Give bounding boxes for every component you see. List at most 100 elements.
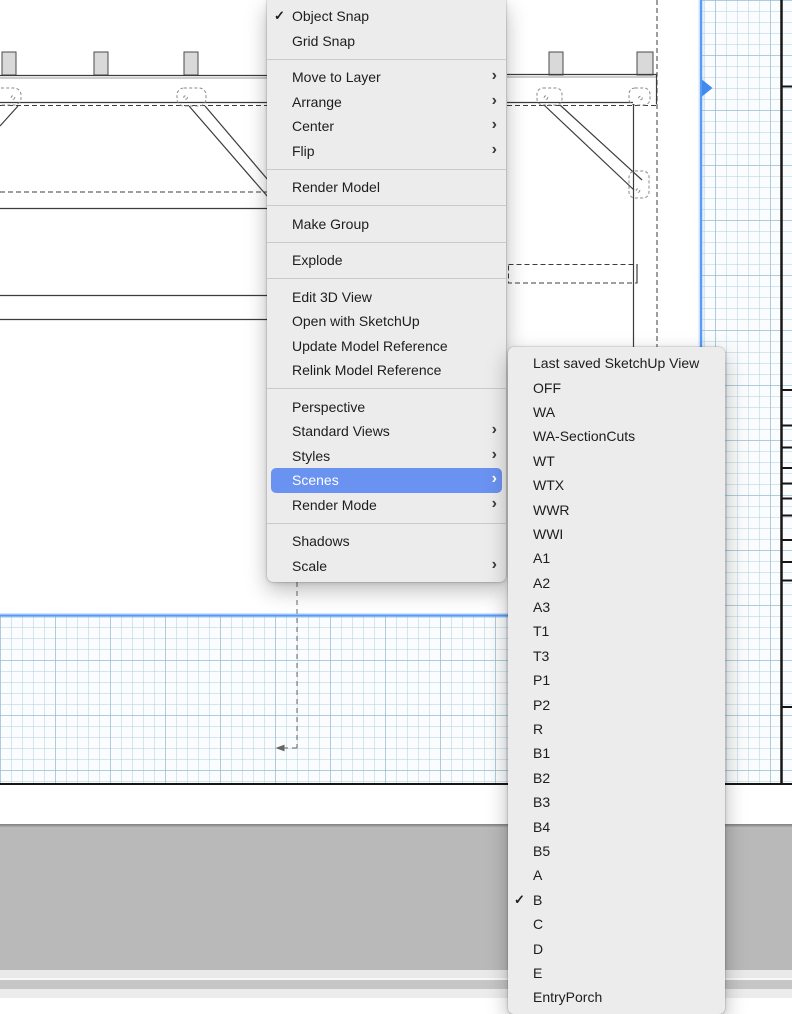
scene-item-t1[interactable]: T1 [508,619,725,643]
submenu-chevron-icon: › [491,445,497,463]
menu-item-move-to-layer[interactable]: Move to Layer › [267,65,506,90]
menu-item-label: Shadows [292,533,350,550]
scene-item-wa[interactable]: WA [508,400,725,424]
menu-item-make-group[interactable]: Make Group [267,212,506,237]
menu-item-label: WT [533,452,555,469]
menu-item-edit-3d-view[interactable]: Edit 3D View [267,285,506,310]
menu-item-label: Open with SketchUp [292,313,420,330]
rafter-post [183,51,199,76]
scene-item-t3[interactable]: T3 [508,644,725,668]
submenu-chevron-icon: › [491,421,497,439]
scene-item-b5[interactable]: B5 [508,839,725,863]
scene-item-a2[interactable]: A2 [508,571,725,595]
scene-item-entryporch[interactable]: EntryPorch [508,985,725,1009]
scene-item-a3[interactable]: A3 [508,595,725,619]
menu-item-label: Make Group [292,215,370,232]
rafter-post [548,51,564,76]
scene-item-a1[interactable]: A1 [508,546,725,570]
menu-item-label: E [533,964,543,981]
menu-item-label: WA [533,403,556,420]
scene-item-wwi[interactable]: WWI [508,522,725,546]
submenu-chevron-icon: › [491,67,497,85]
menu-item-label: Update Model Reference [292,337,448,354]
scene-item-b[interactable]: ✓ B [508,888,725,912]
menu-item-label: EntryPorch [533,989,603,1006]
menu-item-label: Flip [292,142,315,159]
menu-item-label: Edit 3D View [292,288,372,305]
menu-item-label: C [533,916,544,933]
menu-item-relink-model-reference[interactable]: Relink Model Reference [267,358,506,383]
menu-item-label: Move to Layer [292,69,381,86]
scene-item-wt[interactable]: WT [508,449,725,473]
menu-item-label: A [533,867,543,884]
menu-item-label: Render Mode [292,496,377,513]
menu-item-scale[interactable]: Scale › [267,554,506,579]
menu-item-perspective[interactable]: Perspective [267,395,506,420]
menu-separator [267,241,506,243]
menu-item-explode[interactable]: Explode [267,248,506,273]
menu-item-label: Object Snap [292,8,370,25]
menu-item-label: OFF [533,379,561,396]
scene-item-wwr[interactable]: WWR [508,497,725,521]
scene-item-a[interactable]: A [508,863,725,887]
menu-separator [267,278,506,279]
menu-item-label: Last saved SketchUp View [533,355,700,372]
menu-item-label: T1 [533,623,550,640]
menu-item-center[interactable]: Center › [267,114,506,139]
menu-item-grid-snap[interactable]: Grid Snap [267,29,506,54]
submenu-chevron-icon: › [491,140,497,158]
menu-item-scenes[interactable]: Scenes › [271,468,502,493]
submenu-chevron-icon: › [491,91,497,109]
menu-item-label: Perspective [292,398,366,415]
scene-item-last-saved-sketchup-view[interactable]: Last saved SketchUp View [508,351,725,375]
menu-item-label: Explode [292,252,343,269]
menu-item-label: A2 [533,574,551,591]
submenu-chevron-icon: › [491,494,497,512]
menu-item-label: A1 [533,550,551,567]
scene-item-b1[interactable]: B1 [508,741,725,765]
rafter-post [93,51,109,76]
rafter-post [1,51,17,76]
menu-item-label: WWR [533,501,570,518]
menu-item-shadows[interactable]: Shadows [267,529,506,554]
scene-item-b4[interactable]: B4 [508,814,725,838]
menu-item-update-model-reference[interactable]: Update Model Reference [267,334,506,359]
scene-item-c[interactable]: C [508,912,725,936]
scene-item-e[interactable]: E [508,961,725,985]
menu-separator [267,58,506,60]
menu-item-standard-views[interactable]: Standard Views › [267,419,506,444]
menu-item-label: Relink Model Reference [292,362,442,379]
menu-item-label: B1 [533,745,551,762]
scene-item-b3[interactable]: B3 [508,790,725,814]
menu-item-object-snap[interactable]: ✓ Object Snap [267,4,506,29]
menu-item-label: R [533,721,544,738]
menu-item-label: WWI [533,525,564,542]
menu-item-render-model[interactable]: Render Model [267,175,506,200]
right-page-table [780,0,792,784]
menu-item-label: B4 [533,818,551,835]
menu-item-styles[interactable]: Styles › [267,444,506,469]
submenu-chevron-icon: › [491,470,497,488]
menu-item-label: B2 [533,769,551,786]
menu-separator [267,168,506,170]
scene-item-d[interactable]: D [508,936,725,960]
menu-item-label: Arrange [292,93,342,110]
selection-handle[interactable] [702,79,713,97]
menu-item-label: Styles [292,447,331,464]
scene-item-wtx[interactable]: WTX [508,473,725,497]
scene-item-p1[interactable]: P1 [508,668,725,692]
right-bent-elevation [507,0,658,348]
menu-item-label: Standard Views [292,423,390,440]
scene-item-off[interactable]: OFF [508,375,725,399]
menu-item-arrange[interactable]: Arrange › [267,90,506,115]
menu-item-render-mode[interactable]: Render Mode › [267,493,506,518]
menu-item-flip[interactable]: Flip › [267,139,506,164]
scene-item-p2[interactable]: P2 [508,692,725,716]
menu-item-open-with-sketchup[interactable]: Open with SketchUp [267,309,506,334]
scene-item-wa-sectioncuts[interactable]: WA-SectionCuts [508,424,725,448]
scene-item-r[interactable]: R [508,717,725,741]
menu-item-label: Grid Snap [292,32,356,49]
menu-item-label: P1 [533,672,551,689]
menu-item-label: WTX [533,477,565,494]
scene-item-b2[interactable]: B2 [508,766,725,790]
